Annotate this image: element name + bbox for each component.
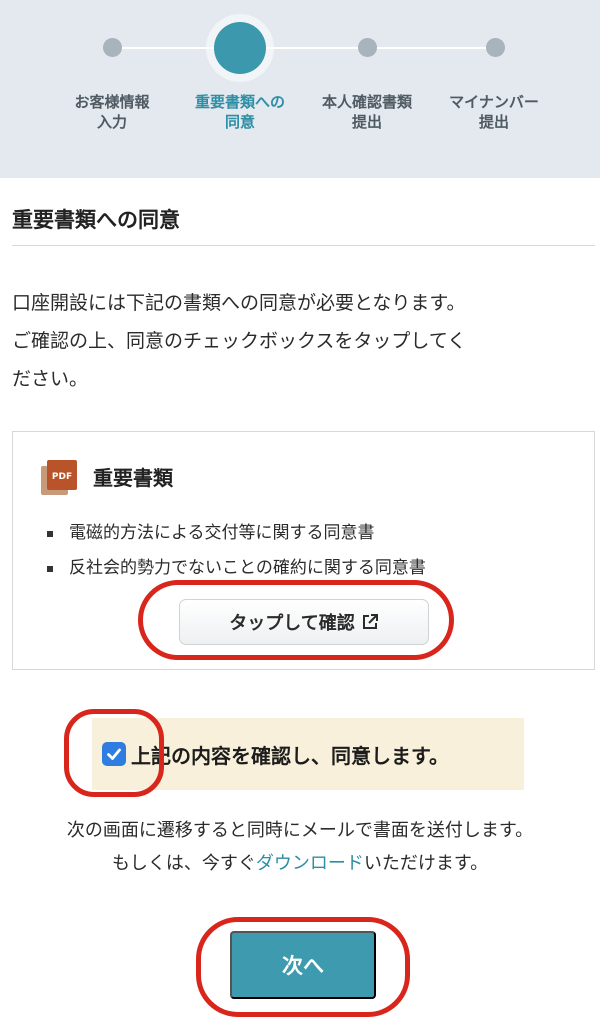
documents-title: 重要書類 <box>93 466 173 490</box>
progress-stepper: お客様情報 入力 重要書類への 同意 本人確認書類 提出 マイナンバー 提出 <box>0 0 600 178</box>
step-label-identity-documents: 本人確認書類 提出 <box>321 93 412 131</box>
pdf-icon: PDF <box>41 460 77 495</box>
email-notice: 次の画面に遷移すると同時にメールで書面を送付します。 もしくは、今すぐダウンロー… <box>66 820 534 874</box>
annotation-ring <box>64 709 164 797</box>
intro-text: 口座開設には下記の書類への同意が必要となります。 ご確認の上、同意のチェックボッ… <box>12 292 467 390</box>
download-link[interactable]: ダウンロード <box>256 853 364 874</box>
step-connector <box>367 47 495 49</box>
step-connector <box>262 47 367 49</box>
divider <box>12 245 595 246</box>
step-label-my-number: マイナンバー 提出 <box>449 93 539 131</box>
step-dot-customer-info <box>103 38 122 57</box>
agreement-label: 上記の内容を確認し、同意します。 <box>131 743 449 768</box>
step-dot-identity-documents <box>358 38 377 57</box>
step-label-important-documents: 重要書類への 同意 <box>194 93 285 131</box>
annotation-ring <box>196 917 410 1017</box>
step-dot-my-number <box>486 38 505 57</box>
svg-text:PDF: PDF <box>52 472 72 482</box>
annotation-ring <box>138 580 454 660</box>
step-label-customer-info: お客様情報 入力 <box>74 93 150 131</box>
step-dot-important-documents <box>214 22 266 74</box>
page-title: 重要書類への同意 <box>12 208 180 232</box>
list-item: 電磁的方法による交付等に関する同意書 <box>47 516 426 551</box>
documents-list: 電磁的方法による交付等に関する同意書 反社会的勢力でないことの確約に関する同意書 <box>47 516 426 586</box>
